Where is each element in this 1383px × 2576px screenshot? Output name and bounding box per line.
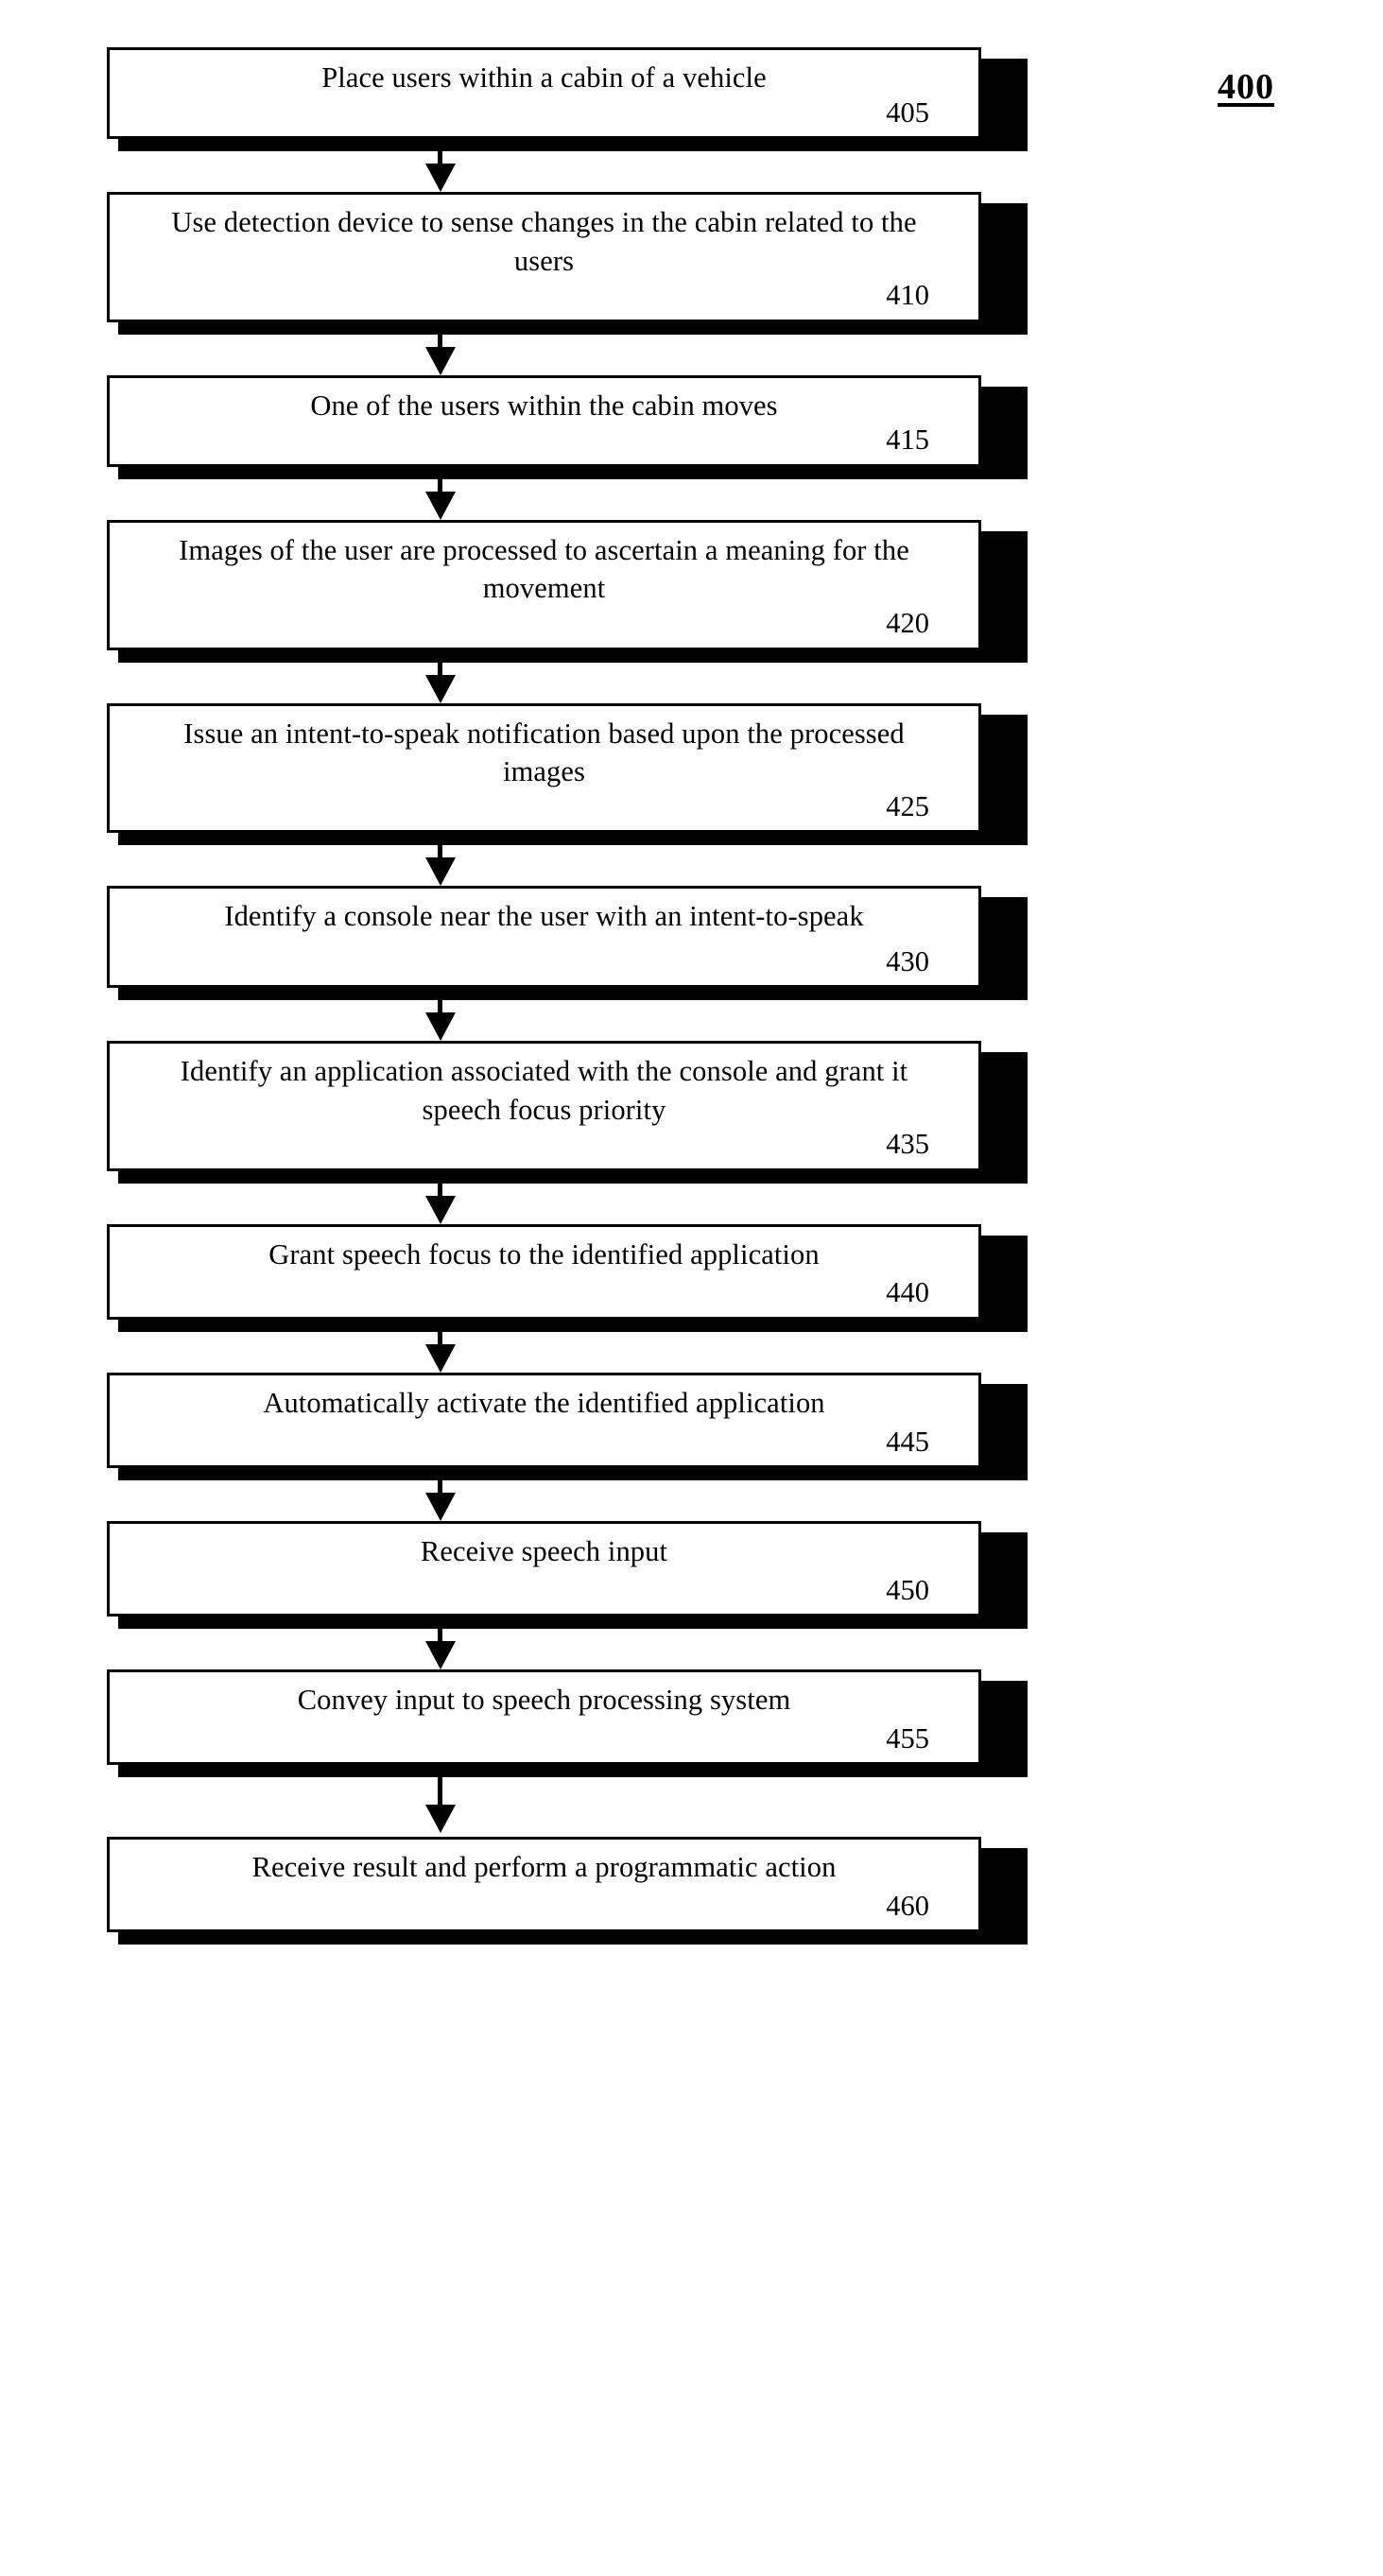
flow-node-445: Automatically activate the identified ap… <box>107 1373 1028 1481</box>
flow-connector <box>107 1468 1014 1522</box>
node-label: Receive speech input <box>420 1535 668 1568</box>
node-label: Convey input to speech processing system <box>297 1684 791 1717</box>
arrow-head-icon <box>425 1641 456 1670</box>
flowchart: Place users within a cabin of a vehicle … <box>107 47 1028 1945</box>
node-reference-number: 455 <box>886 1721 929 1755</box>
node-label: Use detection device to sense changes in… <box>171 206 917 277</box>
node-reference-number: 445 <box>886 1425 929 1458</box>
flow-connector <box>107 649 1014 703</box>
node-box[interactable]: Automatically activate the identified ap… <box>107 1373 981 1469</box>
flow-connector <box>107 466 1014 520</box>
node-reference-number: 460 <box>886 1889 929 1922</box>
arrow-head-icon <box>425 857 456 887</box>
flow-node-415: One of the users within the cabin moves … <box>107 374 1028 479</box>
node-reference-number: 415 <box>886 424 929 457</box>
node-reference-number: 425 <box>886 789 929 822</box>
node-reference-number: 430 <box>886 944 929 977</box>
node-label: Place users within a cabin of a vehicle <box>321 61 767 94</box>
node-box[interactable]: Receive result and perform a programmati… <box>107 1837 981 1933</box>
node-box[interactable]: One of the users within the cabin moves … <box>107 374 981 467</box>
flow-connector <box>107 321 1014 375</box>
node-box[interactable]: Convey input to speech processing system… <box>107 1669 981 1766</box>
flow-connector <box>107 139 1014 193</box>
node-reference-number: 405 <box>886 95 929 129</box>
node-label: Images of the user are processed to asce… <box>179 533 909 605</box>
node-box[interactable]: Receive speech input 450 <box>107 1521 981 1617</box>
node-reference-number: 420 <box>886 607 929 640</box>
node-label: Identify an application associated with … <box>180 1055 908 1126</box>
node-reference-number: 440 <box>886 1276 929 1309</box>
figure-page: 400 Place users within a cabin of a vehi… <box>0 0 1383 2576</box>
arrow-head-icon <box>425 491 456 520</box>
arrow-head-icon <box>425 164 456 193</box>
flow-connector <box>107 988 1014 1042</box>
arrow-head-icon <box>425 674 456 703</box>
arrow-head-icon <box>425 1195 456 1224</box>
node-label: Automatically activate the identified ap… <box>263 1387 825 1420</box>
arrow-head-icon <box>425 1493 456 1522</box>
node-reference-number: 435 <box>886 1128 929 1161</box>
flow-connector <box>107 1616 1014 1670</box>
flow-node-420: Images of the user are processed to asce… <box>107 519 1028 663</box>
node-label: Receive result and perform a programmati… <box>251 1851 837 1884</box>
arrow-head-icon <box>425 1805 456 1834</box>
node-reference-number: 450 <box>886 1573 929 1606</box>
node-reference-number: 410 <box>886 279 929 312</box>
flow-node-410: Use detection device to sense changes in… <box>107 192 1028 335</box>
node-box[interactable]: Issue an intent-to-speak notification ba… <box>107 702 981 834</box>
node-box[interactable]: Grant speech focus to the identified app… <box>107 1223 981 1321</box>
node-box[interactable]: Place users within a cabin of a vehicle … <box>107 47 981 140</box>
arrow-head-icon <box>425 1012 456 1042</box>
node-label: Grant speech focus to the identified app… <box>268 1237 820 1271</box>
node-box[interactable]: Use detection device to sense changes in… <box>107 192 981 322</box>
flow-node-405: Place users within a cabin of a vehicle … <box>107 47 1028 152</box>
figure-number: 400 <box>1218 67 1274 107</box>
node-box[interactable]: Identify a console near the user with an… <box>107 886 981 989</box>
flow-node-460: Receive result and perform a programmati… <box>107 1837 1028 1945</box>
flow-node-435: Identify an application associated with … <box>107 1041 1028 1184</box>
node-label: One of the users within the cabin moves <box>310 389 778 422</box>
flow-node-430: Identify a console near the user with an… <box>107 886 1028 1001</box>
arrow-head-icon <box>425 1344 456 1374</box>
node-box[interactable]: Identify an application associated with … <box>107 1041 981 1171</box>
flow-node-455: Convey input to speech processing system… <box>107 1669 1028 1778</box>
arrow-head-icon <box>425 346 456 375</box>
flow-node-425: Issue an intent-to-speak notification ba… <box>107 702 1028 846</box>
flow-connector <box>107 1765 1014 1837</box>
node-label: Identify a console near the user with an… <box>224 900 864 933</box>
flow-node-450: Receive speech input 450 <box>107 1521 1028 1630</box>
flow-connector <box>107 1170 1014 1224</box>
flow-connector <box>107 833 1014 887</box>
node-label: Issue an intent-to-speak notification ba… <box>183 717 905 788</box>
flow-connector <box>107 1320 1014 1374</box>
node-box[interactable]: Images of the user are processed to asce… <box>107 519 981 650</box>
flow-node-440: Grant speech focus to the identified app… <box>107 1223 1028 1333</box>
